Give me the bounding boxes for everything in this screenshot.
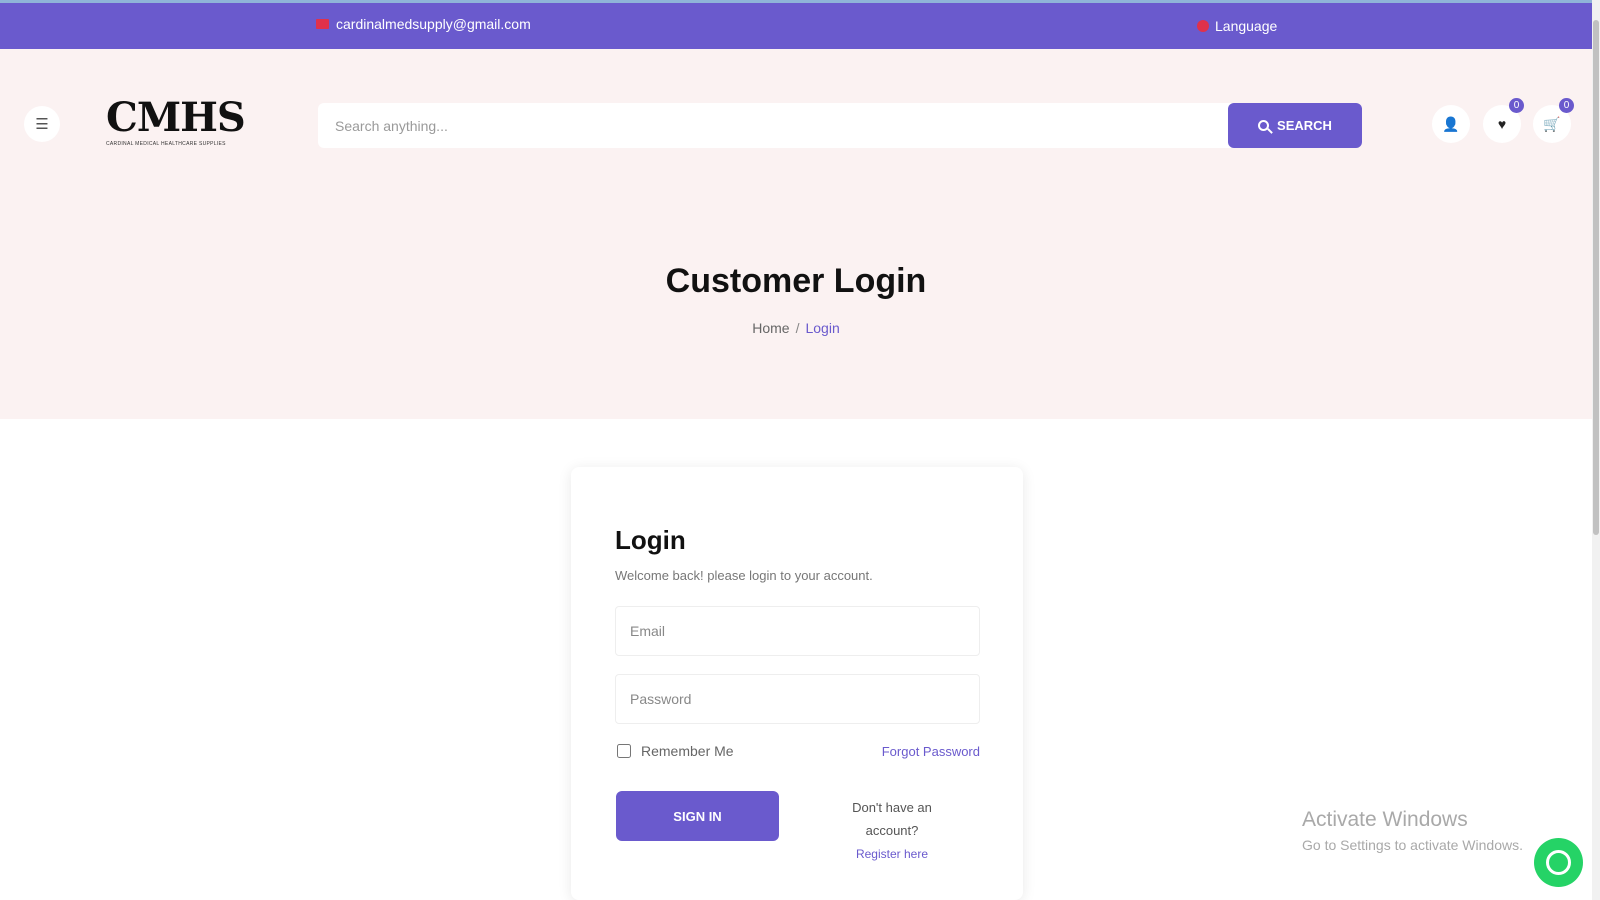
register-prompt: Don't have an account? Register here [826, 796, 958, 866]
remember-me-label: Remember Me [641, 743, 734, 759]
language-selector[interactable]: Language [1197, 18, 1277, 34]
account-button[interactable]: 👤 [1432, 105, 1470, 143]
remember-me-checkbox[interactable] [617, 744, 631, 758]
register-link[interactable]: Register here [856, 847, 928, 861]
whatsapp-button[interactable] [1534, 838, 1583, 887]
search-input[interactable] [318, 103, 1228, 148]
heart-icon: ♥ [1497, 116, 1507, 132]
activate-windows-subtitle: Go to Settings to activate Windows. [1302, 837, 1523, 853]
sign-in-button[interactable]: SIGN IN [616, 791, 779, 841]
cart-icon: 🛒 [1543, 115, 1561, 132]
logo-text: CMHS [106, 94, 246, 141]
contact-email-text: cardinalmedsupply@gmail.com [336, 16, 531, 32]
activate-windows-watermark: Activate Windows Go to Settings to activ… [1302, 808, 1523, 853]
cart-button[interactable]: 🛒 0 [1533, 98, 1574, 143]
globe-icon [1197, 20, 1209, 32]
email-field[interactable] [615, 606, 980, 656]
contact-email[interactable]: cardinalmedsupply@gmail.com [316, 16, 531, 32]
user-icon: 👤 [1442, 115, 1460, 132]
search-icon [1258, 120, 1270, 131]
remember-me[interactable]: Remember Me [617, 743, 734, 759]
login-title: Login [615, 525, 686, 555]
activate-windows-title: Activate Windows [1302, 808, 1468, 831]
language-label: Language [1215, 18, 1278, 34]
search-button[interactable]: SEARCH [1228, 103, 1362, 148]
menu-button[interactable]: ☰ [24, 106, 60, 142]
logo-tagline: Cardinal Medical Healthcare Supplies [106, 141, 226, 147]
search-bar: SEARCH [318, 103, 1362, 148]
breadcrumb-current: Login [805, 320, 840, 336]
cart-count-badge: 0 [1559, 98, 1574, 113]
breadcrumb-separator: / [795, 320, 800, 336]
page-scrollbar[interactable] [1592, 0, 1600, 900]
site-logo[interactable]: CMHS Cardinal Medical Healthcare Supplie… [106, 96, 246, 154]
page-title: Customer Login [665, 262, 927, 300]
mail-icon [316, 19, 329, 29]
login-subtitle: Welcome back! please login to your accou… [615, 568, 873, 583]
search-button-label: SEARCH [1277, 118, 1332, 133]
password-field[interactable] [615, 674, 980, 724]
whatsapp-icon [1546, 850, 1571, 875]
login-card: Login Welcome back! please login to your… [571, 467, 1023, 900]
menu-icon: ☰ [35, 116, 49, 133]
no-account-text: Don't have an account? [852, 800, 932, 838]
wishlist-button[interactable]: ♥ 0 [1483, 98, 1524, 143]
wishlist-count-badge: 0 [1509, 98, 1524, 113]
breadcrumb: Home / Login [0, 320, 1592, 336]
top-bar: cardinalmedsupply@gmail.com Language [0, 0, 1600, 49]
breadcrumb-home[interactable]: Home [752, 320, 789, 336]
scrollbar-thumb[interactable] [1593, 20, 1599, 535]
forgot-password-link[interactable]: Forgot Password [882, 744, 980, 759]
